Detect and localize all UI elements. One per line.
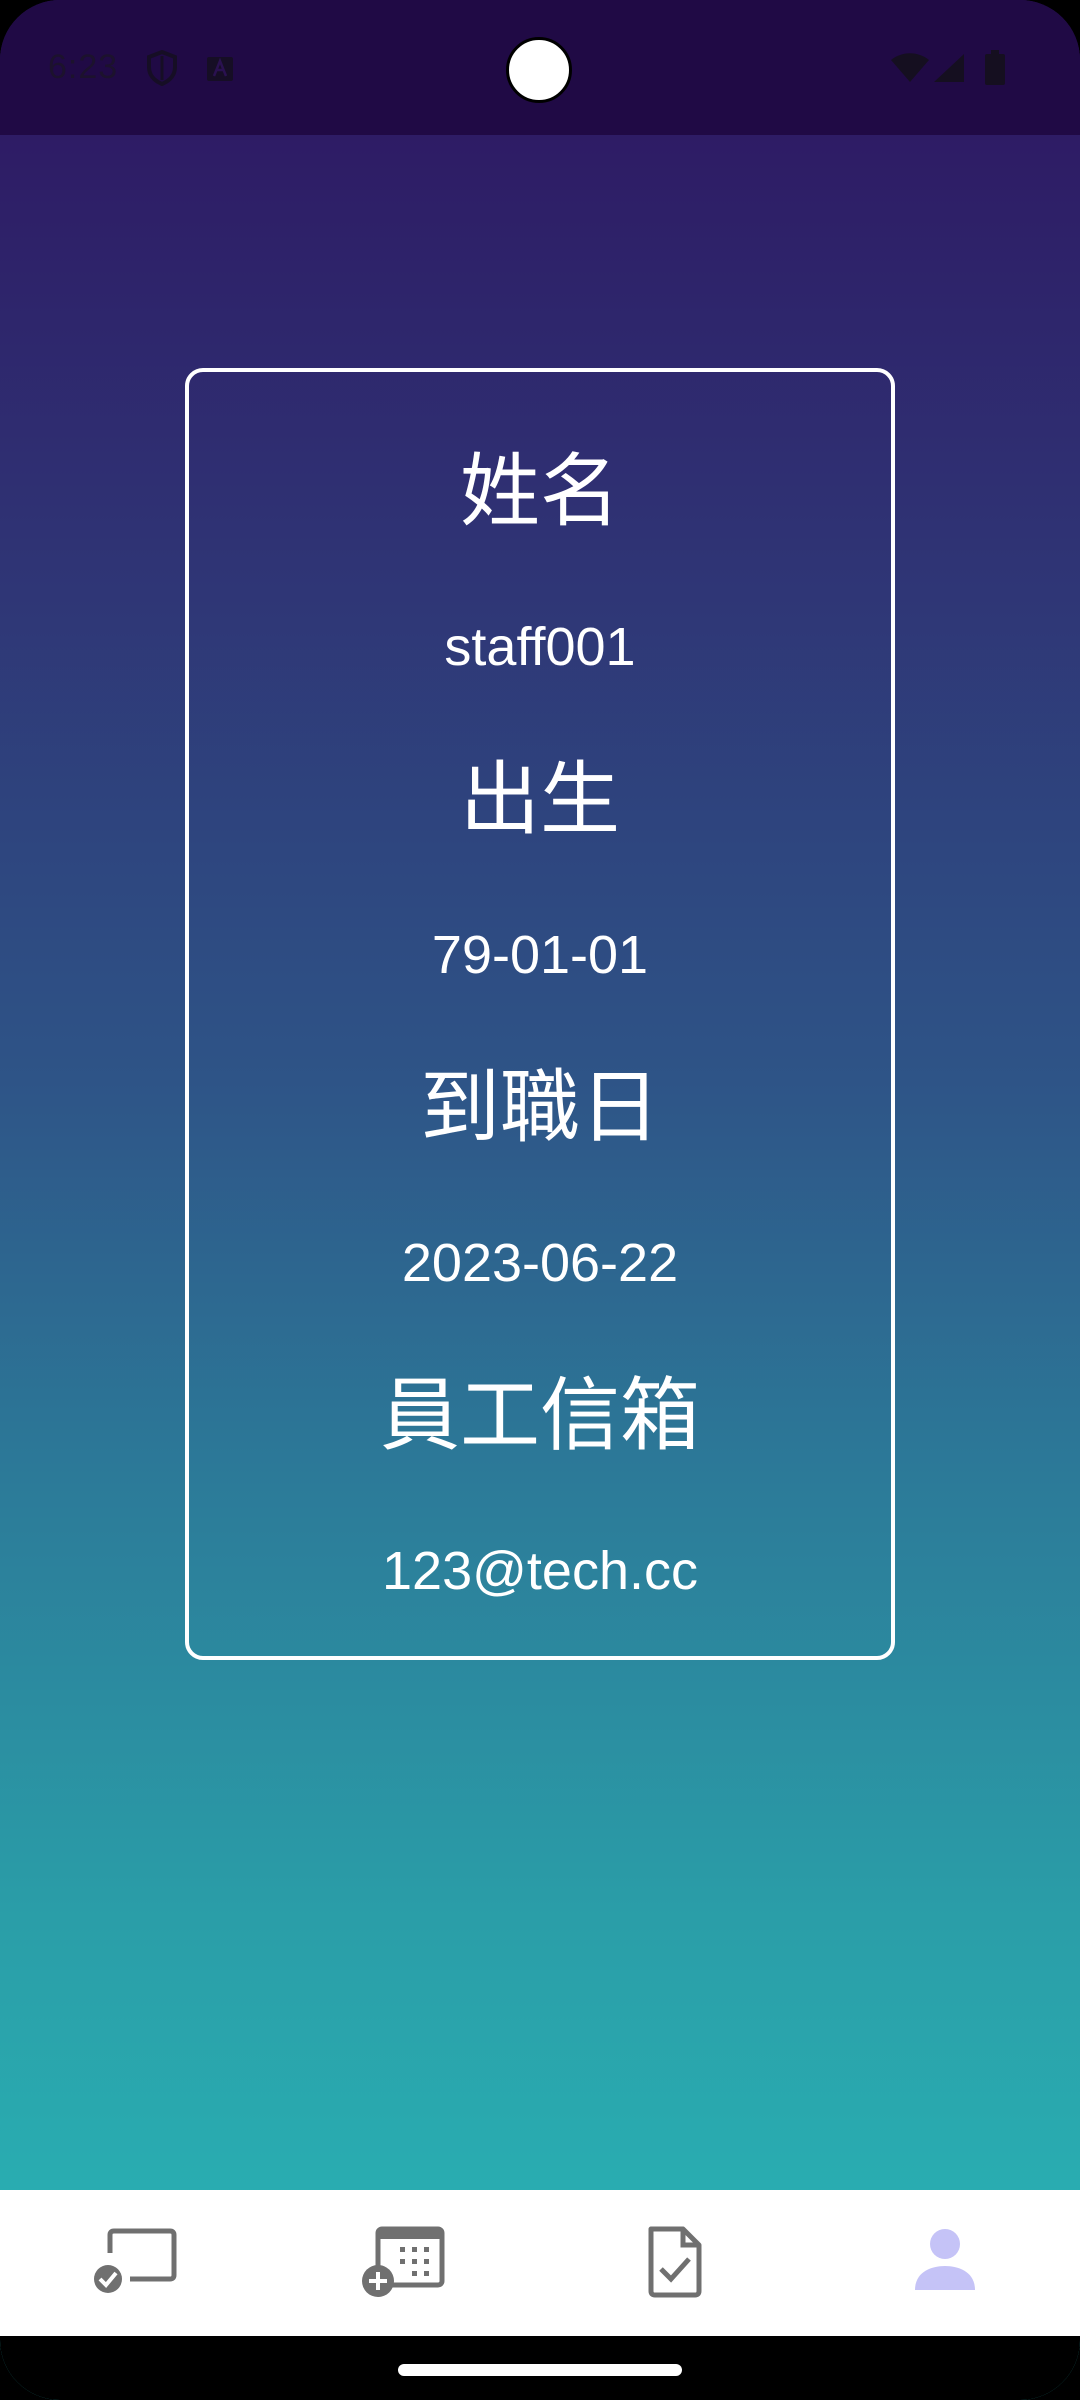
email-label: 員工信箱 [380,1369,700,1462]
profile-card: 姓名 staff001 出生 79-01-01 到職日 2023-06-22 員… [185,368,895,1660]
wifi-icon [890,52,930,89]
check-in-icon [90,2225,180,2302]
status-bar: 6:23 [0,0,1080,135]
hire-date-value: 2023-06-22 [401,1233,679,1293]
name-label: 姓名 [460,445,620,538]
hire-date-label: 到職日 [420,1061,660,1154]
battery-icon [984,50,1006,91]
shield-icon [146,49,178,91]
birth-value: 79-01-01 [431,925,649,985]
status-time: 6:23 [48,48,119,86]
email-value: 123@tech.cc [382,1541,698,1601]
gesture-area [0,2336,1080,2400]
person-icon [913,2228,977,2299]
front-camera [506,37,572,103]
nav-item-approval[interactable] [540,2190,810,2336]
keyboard-a-icon [206,56,234,87]
home-gesture-bar[interactable] [398,2364,682,2376]
screen: 6:23 姓名 staff001 出生 79-01-01 到職日 2023-06… [0,0,1080,2400]
birth-label: 出生 [460,753,620,846]
signal-icon [932,52,966,89]
nav-item-profile[interactable] [810,2190,1080,2336]
nav-item-add-schedule[interactable] [270,2190,540,2336]
bottom-navigation [0,2190,1080,2336]
approved-document-icon [645,2223,705,2304]
nav-item-check-in[interactable] [0,2190,270,2336]
name-value: staff001 [444,617,636,677]
add-calendar-icon [360,2223,450,2304]
